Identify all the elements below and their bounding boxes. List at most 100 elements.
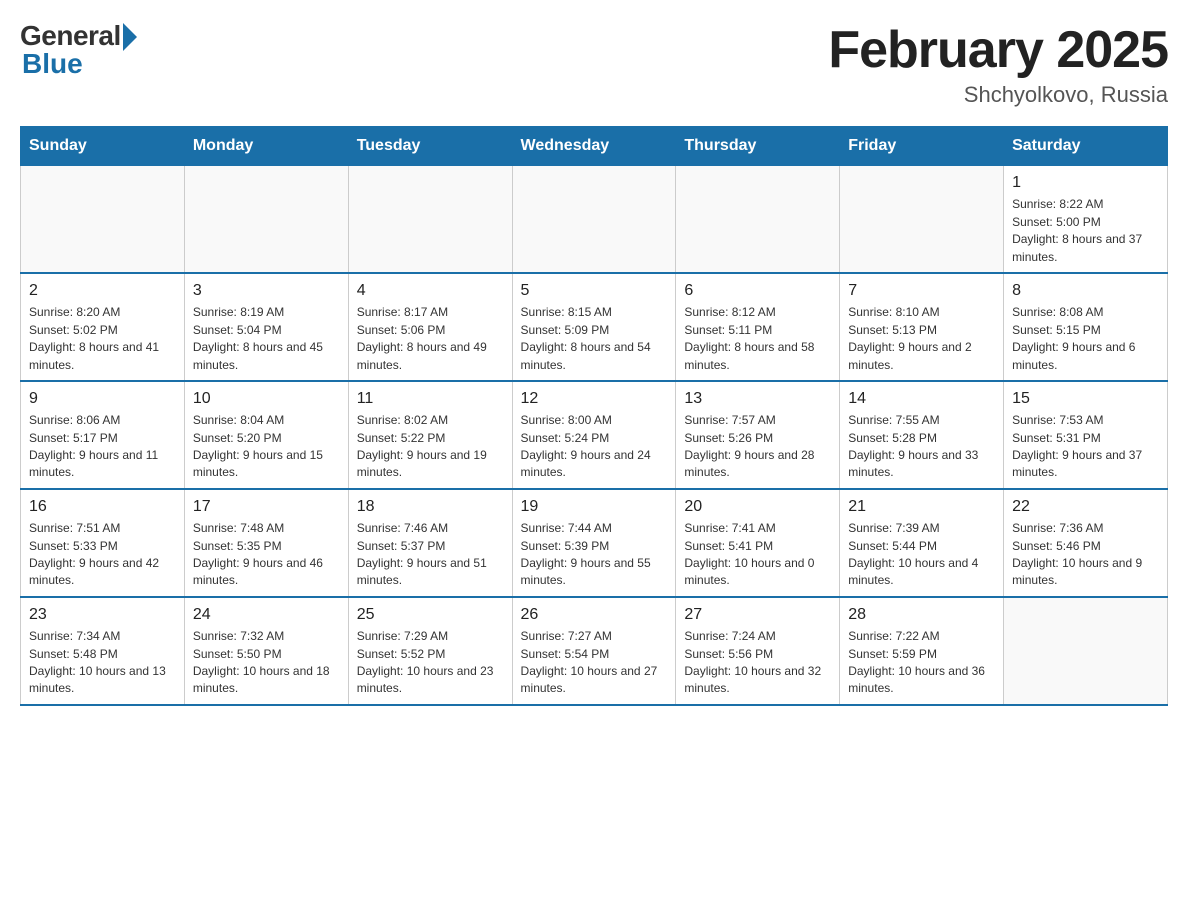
day-number: 28: [848, 604, 995, 626]
calendar-cell: 16Sunrise: 7:51 AM Sunset: 5:33 PM Dayli…: [21, 489, 185, 597]
calendar-cell: 18Sunrise: 7:46 AM Sunset: 5:37 PM Dayli…: [348, 489, 512, 597]
day-info: Sunrise: 7:55 AM Sunset: 5:28 PM Dayligh…: [848, 412, 995, 482]
day-info: Sunrise: 8:02 AM Sunset: 5:22 PM Dayligh…: [357, 412, 504, 482]
day-info: Sunrise: 8:00 AM Sunset: 5:24 PM Dayligh…: [521, 412, 668, 482]
calendar-week-row: 16Sunrise: 7:51 AM Sunset: 5:33 PM Dayli…: [21, 489, 1168, 597]
calendar-cell: [1004, 597, 1168, 705]
day-info: Sunrise: 7:46 AM Sunset: 5:37 PM Dayligh…: [357, 520, 504, 590]
day-number: 2: [29, 280, 176, 302]
calendar-cell: [512, 166, 676, 273]
logo: General Blue: [20, 20, 137, 80]
calendar-cell: 26Sunrise: 7:27 AM Sunset: 5:54 PM Dayli…: [512, 597, 676, 705]
calendar-cell: 7Sunrise: 8:10 AM Sunset: 5:13 PM Daylig…: [840, 273, 1004, 381]
calendar-cell: [676, 166, 840, 273]
calendar-week-row: 1Sunrise: 8:22 AM Sunset: 5:00 PM Daylig…: [21, 166, 1168, 273]
day-number: 4: [357, 280, 504, 302]
day-number: 6: [684, 280, 831, 302]
calendar-cell: 23Sunrise: 7:34 AM Sunset: 5:48 PM Dayli…: [21, 597, 185, 705]
day-number: 1: [1012, 172, 1159, 194]
day-number: 23: [29, 604, 176, 626]
day-info: Sunrise: 7:22 AM Sunset: 5:59 PM Dayligh…: [848, 628, 995, 698]
calendar-cell: [348, 166, 512, 273]
calendar-cell: [840, 166, 1004, 273]
day-info: Sunrise: 8:19 AM Sunset: 5:04 PM Dayligh…: [193, 304, 340, 374]
day-number: 10: [193, 388, 340, 410]
day-number: 11: [357, 388, 504, 410]
calendar-cell: 20Sunrise: 7:41 AM Sunset: 5:41 PM Dayli…: [676, 489, 840, 597]
calendar-cell: 13Sunrise: 7:57 AM Sunset: 5:26 PM Dayli…: [676, 381, 840, 489]
day-number: 8: [1012, 280, 1159, 302]
day-info: Sunrise: 7:32 AM Sunset: 5:50 PM Dayligh…: [193, 628, 340, 698]
day-number: 9: [29, 388, 176, 410]
day-info: Sunrise: 8:22 AM Sunset: 5:00 PM Dayligh…: [1012, 196, 1159, 266]
day-number: 20: [684, 496, 831, 518]
calendar-cell: 8Sunrise: 8:08 AM Sunset: 5:15 PM Daylig…: [1004, 273, 1168, 381]
day-number: 16: [29, 496, 176, 518]
logo-arrow-icon: [123, 23, 137, 51]
calendar-cell: 9Sunrise: 8:06 AM Sunset: 5:17 PM Daylig…: [21, 381, 185, 489]
calendar-cell: 25Sunrise: 7:29 AM Sunset: 5:52 PM Dayli…: [348, 597, 512, 705]
day-of-week-header: Saturday: [1004, 127, 1168, 166]
calendar-week-row: 9Sunrise: 8:06 AM Sunset: 5:17 PM Daylig…: [21, 381, 1168, 489]
calendar-cell: 5Sunrise: 8:15 AM Sunset: 5:09 PM Daylig…: [512, 273, 676, 381]
calendar-cell: 4Sunrise: 8:17 AM Sunset: 5:06 PM Daylig…: [348, 273, 512, 381]
day-number: 26: [521, 604, 668, 626]
calendar-cell: 21Sunrise: 7:39 AM Sunset: 5:44 PM Dayli…: [840, 489, 1004, 597]
calendar-cell: 24Sunrise: 7:32 AM Sunset: 5:50 PM Dayli…: [184, 597, 348, 705]
day-of-week-header: Friday: [840, 127, 1004, 166]
day-info: Sunrise: 8:12 AM Sunset: 5:11 PM Dayligh…: [684, 304, 831, 374]
day-number: 17: [193, 496, 340, 518]
day-number: 24: [193, 604, 340, 626]
calendar-cell: 2Sunrise: 8:20 AM Sunset: 5:02 PM Daylig…: [21, 273, 185, 381]
calendar-cell: 12Sunrise: 8:00 AM Sunset: 5:24 PM Dayli…: [512, 381, 676, 489]
calendar-cell: 17Sunrise: 7:48 AM Sunset: 5:35 PM Dayli…: [184, 489, 348, 597]
day-of-week-header: Thursday: [676, 127, 840, 166]
day-info: Sunrise: 7:51 AM Sunset: 5:33 PM Dayligh…: [29, 520, 176, 590]
day-number: 27: [684, 604, 831, 626]
calendar-table: SundayMondayTuesdayWednesdayThursdayFrid…: [20, 126, 1168, 706]
calendar-cell: 3Sunrise: 8:19 AM Sunset: 5:04 PM Daylig…: [184, 273, 348, 381]
calendar-cell: 14Sunrise: 7:55 AM Sunset: 5:28 PM Dayli…: [840, 381, 1004, 489]
day-number: 14: [848, 388, 995, 410]
day-info: Sunrise: 8:15 AM Sunset: 5:09 PM Dayligh…: [521, 304, 668, 374]
day-info: Sunrise: 7:57 AM Sunset: 5:26 PM Dayligh…: [684, 412, 831, 482]
calendar-cell: [21, 166, 185, 273]
day-of-week-header: Monday: [184, 127, 348, 166]
day-number: 12: [521, 388, 668, 410]
day-info: Sunrise: 8:08 AM Sunset: 5:15 PM Dayligh…: [1012, 304, 1159, 374]
day-of-week-header: Sunday: [21, 127, 185, 166]
day-info: Sunrise: 7:34 AM Sunset: 5:48 PM Dayligh…: [29, 628, 176, 698]
day-number: 13: [684, 388, 831, 410]
calendar-subtitle: Shchyolkovo, Russia: [828, 82, 1168, 108]
calendar-cell: 28Sunrise: 7:22 AM Sunset: 5:59 PM Dayli…: [840, 597, 1004, 705]
calendar-header-row: SundayMondayTuesdayWednesdayThursdayFrid…: [21, 127, 1168, 166]
day-info: Sunrise: 7:36 AM Sunset: 5:46 PM Dayligh…: [1012, 520, 1159, 590]
calendar-cell: 1Sunrise: 8:22 AM Sunset: 5:00 PM Daylig…: [1004, 166, 1168, 273]
day-number: 5: [521, 280, 668, 302]
day-number: 7: [848, 280, 995, 302]
day-info: Sunrise: 7:24 AM Sunset: 5:56 PM Dayligh…: [684, 628, 831, 698]
day-info: Sunrise: 7:41 AM Sunset: 5:41 PM Dayligh…: [684, 520, 831, 590]
title-block: February 2025 Shchyolkovo, Russia: [828, 20, 1168, 108]
calendar-cell: 27Sunrise: 7:24 AM Sunset: 5:56 PM Dayli…: [676, 597, 840, 705]
calendar-week-row: 23Sunrise: 7:34 AM Sunset: 5:48 PM Dayli…: [21, 597, 1168, 705]
day-number: 21: [848, 496, 995, 518]
calendar-cell: 22Sunrise: 7:36 AM Sunset: 5:46 PM Dayli…: [1004, 489, 1168, 597]
day-number: 18: [357, 496, 504, 518]
day-number: 22: [1012, 496, 1159, 518]
day-info: Sunrise: 7:44 AM Sunset: 5:39 PM Dayligh…: [521, 520, 668, 590]
page-header: General Blue February 2025 Shchyolkovo, …: [20, 20, 1168, 108]
day-info: Sunrise: 7:27 AM Sunset: 5:54 PM Dayligh…: [521, 628, 668, 698]
day-info: Sunrise: 8:20 AM Sunset: 5:02 PM Dayligh…: [29, 304, 176, 374]
day-number: 19: [521, 496, 668, 518]
day-info: Sunrise: 7:53 AM Sunset: 5:31 PM Dayligh…: [1012, 412, 1159, 482]
calendar-cell: 15Sunrise: 7:53 AM Sunset: 5:31 PM Dayli…: [1004, 381, 1168, 489]
calendar-cell: 6Sunrise: 8:12 AM Sunset: 5:11 PM Daylig…: [676, 273, 840, 381]
day-info: Sunrise: 7:29 AM Sunset: 5:52 PM Dayligh…: [357, 628, 504, 698]
day-number: 15: [1012, 388, 1159, 410]
day-number: 25: [357, 604, 504, 626]
day-info: Sunrise: 8:06 AM Sunset: 5:17 PM Dayligh…: [29, 412, 176, 482]
day-info: Sunrise: 8:04 AM Sunset: 5:20 PM Dayligh…: [193, 412, 340, 482]
calendar-cell: 19Sunrise: 7:44 AM Sunset: 5:39 PM Dayli…: [512, 489, 676, 597]
day-info: Sunrise: 8:17 AM Sunset: 5:06 PM Dayligh…: [357, 304, 504, 374]
